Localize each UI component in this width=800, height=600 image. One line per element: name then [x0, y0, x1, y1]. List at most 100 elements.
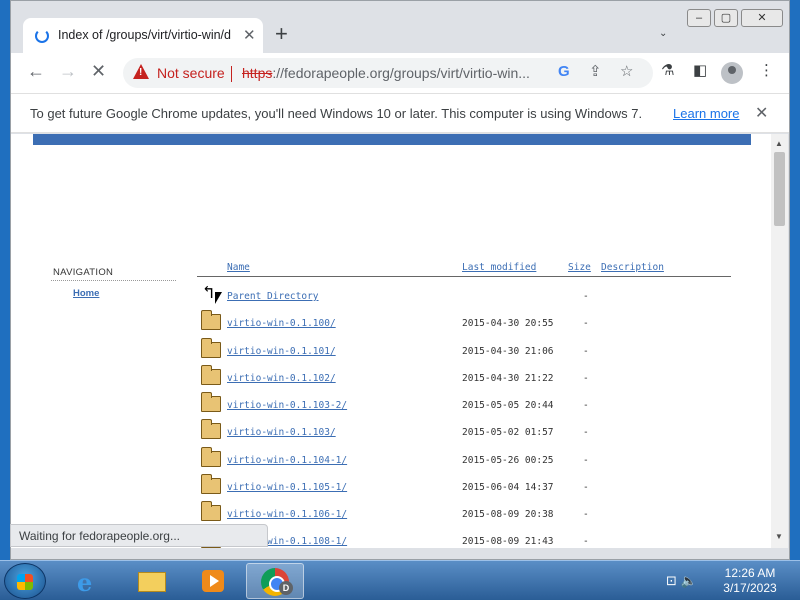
back-button[interactable]: ←: [27, 62, 45, 80]
close-tab-icon[interactable]: ✕: [243, 26, 256, 44]
table-row: virtio-win-0.1.100/ 2015-04-30 20:55 -: [197, 310, 737, 345]
side-panel-icon[interactable]: ◧: [693, 63, 707, 78]
parent-directory-row: ↰ Parent Directory -: [197, 284, 737, 318]
table-row: virtio-win-0.1.101/ 2015-04-30 21:06 -: [197, 338, 737, 373]
header-divider: [197, 276, 731, 277]
folder-icon: [201, 365, 221, 385]
date-cell: 2015-04-30 20:55: [462, 318, 554, 329]
media-player-icon: [202, 570, 224, 592]
size-cell: -: [583, 373, 589, 384]
scroll-down-icon[interactable]: ▼: [775, 532, 783, 541]
share-icon[interactable]: ⇪: [589, 64, 602, 79]
table-row: virtio-win-0.1.106-1/ 2015-08-09 20:38 -: [197, 501, 737, 536]
table-row: virtio-win-0.1.103/ 2015-05-02 01:57 -: [197, 419, 737, 454]
start-button[interactable]: [4, 563, 46, 599]
clock-time: 12:26 AM: [724, 566, 776, 580]
size-cell: -: [583, 482, 589, 493]
header-banner: [33, 134, 751, 145]
folder-link[interactable]: virtio-win-0.1.102/: [227, 373, 336, 384]
url-rest: ://fedorapeople.org/groups/virt/virtio-w…: [272, 65, 530, 81]
close-infobar-icon[interactable]: ✕: [755, 103, 768, 123]
folder-icon: [201, 392, 221, 412]
menu-icon[interactable]: ⋮: [759, 63, 774, 78]
vertical-scrollbar[interactable]: ▲ ▼: [771, 134, 788, 548]
table-row: virtio-win-0.1.108-1/ 2015-08-09 21:43 -: [197, 528, 737, 548]
mouse-cursor-icon: [215, 292, 222, 304]
folder-link[interactable]: virtio-win-0.1.101/: [227, 346, 336, 357]
folder-link[interactable]: virtio-win-0.1.103/: [227, 427, 336, 438]
divider: [231, 66, 232, 82]
windows-logo-icon: [17, 574, 33, 590]
folder-icon: [201, 474, 221, 494]
taskbar: e D ⊡ 🔈 12:26 AM 3/17/2023: [0, 560, 800, 600]
tab-title: Index of /groups/virt/virtio-win/d: [58, 28, 231, 42]
labs-icon[interactable]: ⚗: [661, 63, 674, 78]
sort-by-name[interactable]: Name: [227, 262, 250, 273]
url-text[interactable]: https://fedorapeople.org/groups/virt/vir…: [242, 65, 530, 81]
parent-directory-link[interactable]: Parent Directory: [227, 291, 319, 302]
tab-strip: Index of /groups/virt/virtio-win/d ✕ + ⌄…: [11, 1, 789, 53]
tab-search-icon[interactable]: ⌄: [659, 28, 667, 39]
profile-avatar[interactable]: [721, 62, 743, 84]
sort-by-description[interactable]: Description: [601, 262, 664, 273]
taskbar-file-explorer[interactable]: [122, 563, 180, 599]
table-row: virtio-win-0.1.104-1/ 2015-05-26 00:25 -: [197, 447, 737, 482]
browser-window: Index of /groups/virt/virtio-win/d ✕ + ⌄…: [10, 0, 790, 560]
size-cell: -: [583, 318, 589, 329]
folder-icon: [201, 310, 221, 330]
size-cell: -: [583, 536, 589, 547]
forward-button[interactable]: →: [59, 62, 77, 80]
network-volume-tray-icons[interactable]: ⊡ 🔈: [666, 573, 697, 589]
sort-by-last-modified[interactable]: Last modified: [462, 262, 536, 273]
status-bubble: Waiting for fedorapeople.org...: [10, 524, 268, 547]
window-controls: ‒ ▢ ✕: [687, 9, 783, 27]
sort-by-size[interactable]: Size: [568, 262, 591, 273]
folder-link[interactable]: virtio-win-0.1.106-1/: [227, 509, 347, 520]
date-cell: 2015-05-26 00:25: [462, 455, 554, 466]
bookmark-star-icon[interactable]: ☆: [620, 64, 633, 79]
date-cell: 2015-08-09 20:38: [462, 509, 554, 520]
scroll-thumb[interactable]: [774, 152, 785, 226]
loading-spinner-icon: [35, 29, 49, 43]
folder-icon: [201, 447, 221, 467]
folder-link[interactable]: virtio-win-0.1.103-2/: [227, 400, 347, 411]
scroll-up-icon[interactable]: ▲: [775, 139, 783, 148]
taskbar-media-player[interactable]: [184, 563, 242, 599]
folder-link[interactable]: virtio-win-0.1.104-1/: [227, 455, 347, 466]
system-clock[interactable]: 12:26 AM 3/17/2023: [718, 566, 782, 596]
size-cell: -: [583, 291, 589, 302]
folder-icon: [201, 419, 221, 439]
stop-loading-button[interactable]: ✕: [91, 62, 106, 80]
back-arrow-icon: ↰: [203, 282, 214, 303]
infobar-message: To get future Google Chrome updates, you…: [30, 106, 643, 121]
minimize-button[interactable]: ‒: [687, 9, 711, 27]
table-row: virtio-win-0.1.105-1/ 2015-06-04 14:37 -: [197, 474, 737, 509]
maximize-button[interactable]: ▢: [714, 9, 738, 27]
close-window-button[interactable]: ✕: [741, 9, 783, 27]
navigation-heading: NAVIGATION: [53, 267, 114, 278]
folder-link[interactable]: virtio-win-0.1.100/: [227, 318, 336, 329]
address-bar[interactable]: Not secure https://fedorapeople.org/grou…: [123, 58, 653, 88]
google-lens-icon[interactable]: G: [558, 64, 570, 79]
date-cell: 2015-04-30 21:22: [462, 373, 554, 384]
folder-link[interactable]: virtio-win-0.1.105-1/: [227, 482, 347, 493]
folder-icon: [138, 572, 166, 592]
date-cell: 2015-05-02 01:57: [462, 427, 554, 438]
table-row: virtio-win-0.1.103-2/ 2015-05-05 20:44 -: [197, 392, 737, 427]
learn-more-link[interactable]: Learn more: [673, 106, 739, 121]
security-indicator[interactable]: Not secure: [157, 65, 225, 81]
profile-badge: D: [279, 581, 293, 595]
taskbar-chrome[interactable]: D: [246, 563, 304, 599]
nav-home-link[interactable]: Home: [73, 288, 99, 299]
update-infobar: To get future Google Chrome updates, you…: [11, 93, 789, 133]
table-row: virtio-win-0.1.102/ 2015-04-30 21:22 -: [197, 365, 737, 400]
page-content: NAVIGATION Home Name Last modified Size …: [11, 134, 771, 548]
tab-index[interactable]: Index of /groups/virt/virtio-win/d ✕: [23, 18, 263, 53]
warning-icon: [133, 64, 149, 79]
clock-date: 3/17/2023: [723, 581, 777, 595]
new-tab-button[interactable]: +: [275, 23, 288, 45]
date-cell: 2015-05-05 20:44: [462, 400, 554, 411]
size-cell: -: [583, 346, 589, 357]
taskbar-internet-explorer[interactable]: e: [60, 563, 118, 599]
size-cell: -: [583, 455, 589, 466]
